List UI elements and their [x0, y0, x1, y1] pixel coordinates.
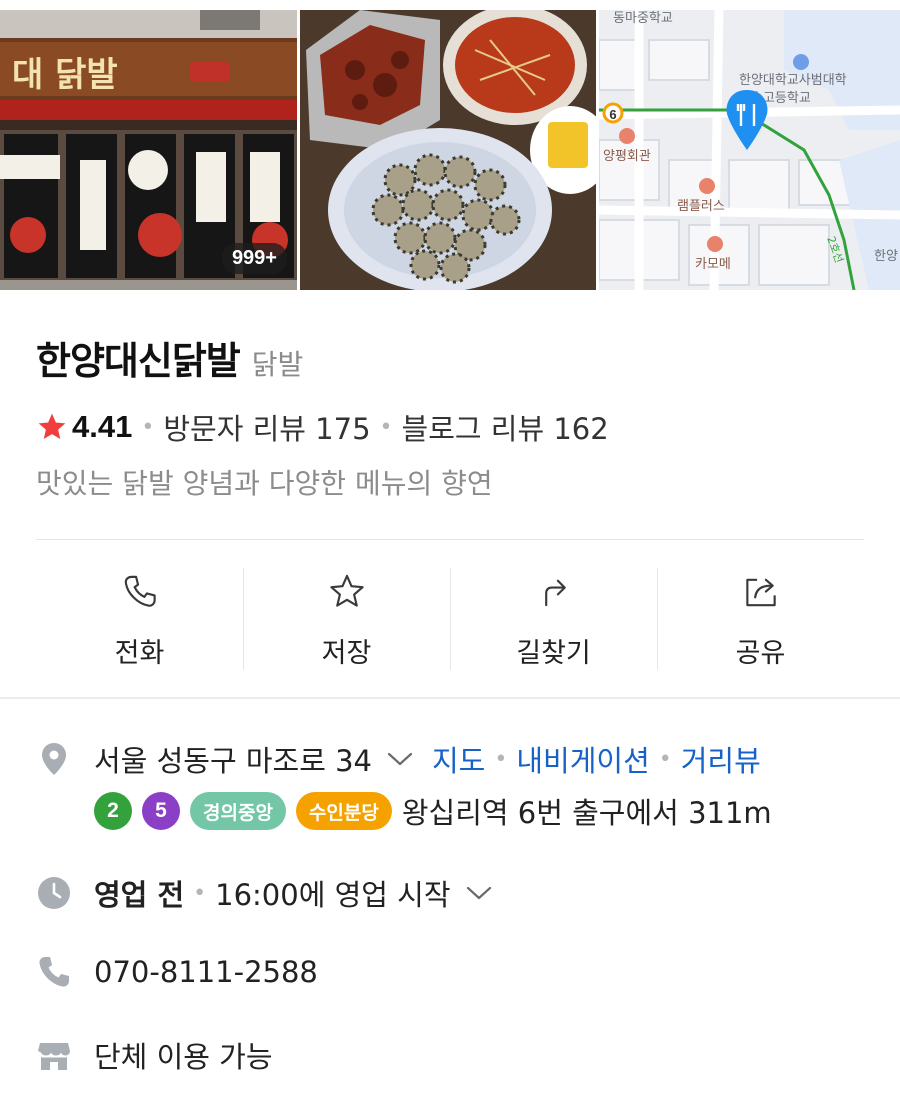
phone-row[interactable]: 070-8111-2588: [36, 954, 318, 990]
svg-text:양평회관: 양평회관: [603, 149, 651, 164]
share-icon: [745, 578, 776, 607]
phone-number[interactable]: 070-8111-2588: [94, 955, 318, 989]
hours-row[interactable]: 영업 전 • 16:00에 영업 시작: [36, 872, 493, 914]
svg-text:카모메: 카모메: [695, 257, 731, 272]
section-divider: [0, 697, 900, 699]
svg-text:대 닭발: 대 닭발: [12, 55, 118, 95]
share-button[interactable]: 공유: [657, 568, 864, 670]
subway-directions-text: 왕십리역 6번 출구에서 311m: [401, 796, 772, 830]
action-bar: 전화 저장 길찾기 공유: [36, 568, 864, 670]
rating-value: 4.41: [72, 409, 133, 444]
photo-food[interactable]: [300, 10, 596, 290]
photo-gallery[interactable]: 대 닭발 999+ 6 동마중학교 한양대학교사범대학 속고등학교 한양 양평회…: [0, 10, 900, 290]
directions-label: 길찾기: [516, 638, 591, 669]
save-button[interactable]: 저장: [243, 568, 450, 670]
svg-text:램플러스: 램플러스: [677, 199, 725, 214]
directions-button[interactable]: 길찾기: [450, 568, 657, 670]
rating-row: 4.41 • 방문자 리뷰 175 • 블로그 리뷰 162: [36, 406, 609, 448]
place-category: 닭발: [251, 348, 304, 381]
subway-line-2-badge: 2: [94, 792, 132, 830]
address-row: 서울 성동구 마조로 34 지도 • 내비게이션 • 거리뷰: [36, 738, 761, 780]
location-pin-icon: [42, 743, 66, 775]
map-image: 6 동마중학교 한양대학교사범대학 속고등학교 한양 양평회관 램플러스 카모메…: [599, 10, 900, 290]
separator-dot: •: [141, 414, 155, 440]
separator-dot: •: [658, 746, 672, 772]
separator-dot: •: [379, 414, 393, 440]
svg-text:동마중학교: 동마중학교: [613, 11, 673, 26]
phone-icon: [124, 575, 156, 607]
phone-filled-icon: [39, 957, 69, 987]
hours-status: 영업 전: [94, 878, 185, 912]
divider: [36, 539, 864, 540]
food-image: [300, 10, 596, 290]
place-name: 한양대신닭발: [36, 339, 241, 383]
star-outline-icon: [329, 574, 364, 607]
suin-line-badge: 수인분당: [295, 792, 392, 830]
visitor-reviews-link[interactable]: 방문자 리뷰 175: [163, 406, 370, 448]
subway-info-row: 2 5 경의중앙 수인분당 왕십리역 6번 출구에서 311m: [94, 790, 772, 832]
separator-dot: •: [494, 746, 508, 772]
navigation-link[interactable]: 내비게이션: [516, 738, 649, 780]
call-button[interactable]: 전화: [36, 568, 243, 670]
chevron-down-icon[interactable]: [465, 884, 493, 902]
call-label: 전화: [114, 638, 165, 669]
streetview-link[interactable]: 거리뷰: [681, 738, 761, 780]
subway-line-5-badge: 5: [142, 792, 180, 830]
address-text: 서울 성동구 마조로 34: [94, 744, 372, 778]
directions-icon: [544, 579, 566, 607]
title-row: 한양대신닭발 닭발: [36, 330, 303, 385]
chevron-down-icon[interactable]: [386, 750, 414, 768]
blog-reviews-link[interactable]: 블로그 리뷰 162: [402, 406, 609, 448]
svg-text:6: 6: [609, 107, 616, 122]
clock-icon: [38, 877, 70, 909]
star-rating-icon: [38, 413, 66, 439]
save-label: 저장: [321, 638, 372, 669]
group-row: 단체 이용 가능: [36, 1034, 273, 1076]
photo-storefront[interactable]: 대 닭발 999+: [0, 10, 297, 290]
place-description: 맛있는 닭발 양념과 다양한 메뉴의 향연: [36, 467, 493, 500]
map-link[interactable]: 지도: [432, 738, 485, 780]
group-availability: 단체 이용 가능: [94, 1040, 273, 1074]
share-label: 공유: [735, 638, 786, 669]
separator-dot: •: [193, 880, 207, 906]
svg-text:한양: 한양: [874, 249, 898, 264]
map-preview[interactable]: 6 동마중학교 한양대학교사범대학 속고등학교 한양 양평회관 램플러스 카모메…: [599, 10, 900, 290]
store-icon: [38, 1043, 70, 1070]
photo-count-badge: 999+: [221, 243, 287, 274]
svg-text:한양대학교사범대학: 한양대학교사범대학: [739, 73, 847, 88]
hours-detail: 16:00에 영업 시작: [215, 878, 451, 912]
gyeongui-line-badge: 경의중앙: [190, 792, 286, 830]
